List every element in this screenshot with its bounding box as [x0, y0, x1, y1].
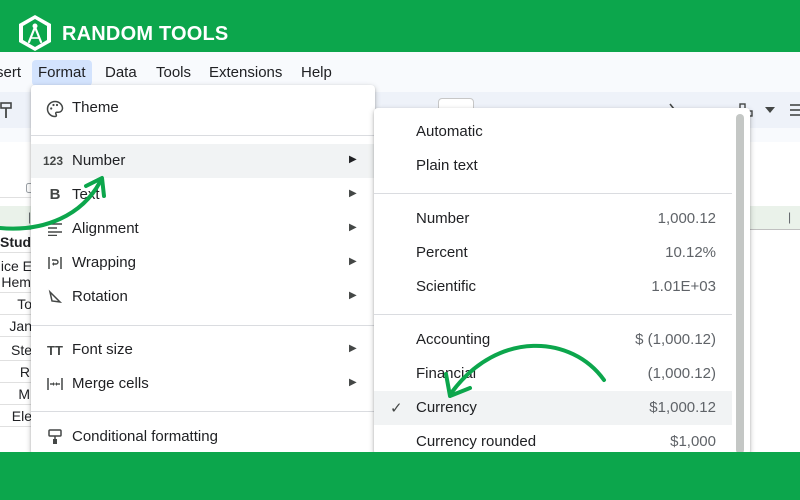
- format-menu-item-alignment[interactable]: Alignment ▶: [31, 212, 375, 246]
- merge-cells-icon: [47, 378, 63, 390]
- number-format-submenu: Automatic Plain text Number 1,000.12 Per…: [374, 108, 750, 455]
- cell[interactable]: Hemi: [0, 274, 34, 290]
- submenu-arrow-icon: ▶: [349, 188, 357, 199]
- submenu-arrow-icon: ▶: [349, 377, 357, 388]
- format-menu-label: Rotation: [72, 288, 128, 305]
- menu-tools[interactable]: Tools: [150, 60, 197, 86]
- format-menu-label: Wrapping: [72, 254, 136, 271]
- number-option-example: 1.01E+03: [651, 278, 716, 295]
- menubar: sert Format Data Tools Extensions Help: [0, 60, 800, 86]
- number-option-automatic[interactable]: Automatic: [374, 115, 732, 149]
- submenu-arrow-icon: ▶: [349, 256, 357, 267]
- menu-divider: [31, 135, 375, 136]
- number-option-label: Percent: [416, 244, 468, 261]
- paint-format-icon[interactable]: [0, 102, 14, 120]
- number-option-financial[interactable]: Financial (1,000.12): [374, 357, 732, 391]
- submenu-arrow-icon: ▶: [349, 343, 357, 354]
- number-option-label: Automatic: [416, 123, 483, 140]
- format-menu-label: Font size: [72, 341, 133, 358]
- number-option-example: $ (1,000.12): [635, 331, 716, 348]
- menu-divider: [374, 193, 732, 194]
- palette-icon: [46, 100, 64, 118]
- format-menu-label: Alignment: [72, 220, 139, 237]
- menu-insert[interactable]: sert: [0, 60, 27, 86]
- number-option-example: 10.12%: [665, 244, 716, 261]
- cell[interactable]: To: [0, 296, 32, 312]
- format-menu-item-wrapping[interactable]: Wrapping ▶: [31, 246, 375, 280]
- number-option-example: 1,000.12: [657, 210, 716, 227]
- cell[interactable]: ice E: [0, 258, 32, 274]
- menu-divider: [31, 325, 375, 326]
- conditional-formatting-icon: [48, 429, 62, 444]
- submenu-arrow-icon: ▶: [349, 154, 357, 165]
- format-menu-label: Number: [72, 152, 126, 169]
- number-option-scientific[interactable]: Scientific 1.01E+03: [374, 270, 732, 304]
- format-menu-item-text[interactable]: B Text ▶: [31, 178, 375, 212]
- format-menu-item-number[interactable]: 123 Number ▶: [31, 144, 375, 178]
- format-menu-item-merge-cells[interactable]: Merge cells ▶: [31, 367, 375, 401]
- format-menu: Theme 123 Number ▶ B Text ▶ Alignment ▶ …: [31, 85, 375, 455]
- cell[interactable]: Ste: [0, 342, 32, 358]
- number-option-label: Number: [416, 210, 470, 227]
- format-menu-item-rotation[interactable]: Rotation ▶: [31, 280, 375, 314]
- menu-help[interactable]: Help: [295, 60, 338, 86]
- number-option-example: $1,000: [670, 433, 716, 450]
- number-option-label: Currency: [416, 399, 477, 416]
- compass-logo-icon: [19, 15, 51, 51]
- brand-name: RANDOM TOOLS: [62, 23, 229, 45]
- number-option-label: Financial: [416, 365, 477, 382]
- menu-divider: [31, 411, 375, 412]
- number-format-icon: 123: [43, 154, 64, 168]
- number-option-example: $1,000.12: [649, 399, 716, 416]
- number-option-label: Plain text: [416, 157, 478, 174]
- number-option-example: (1,000.12): [647, 365, 716, 382]
- number-option-label: Currency rounded: [416, 433, 537, 450]
- column-letter-mark: |: [788, 210, 792, 224]
- cell[interactable]: R: [0, 364, 30, 380]
- checkmark-icon: ✓: [390, 400, 403, 417]
- format-menu-label: Theme: [72, 99, 119, 116]
- number-option-label: Scientific: [416, 278, 477, 295]
- number-option-percent[interactable]: Percent 10.12%: [374, 236, 732, 270]
- font-size-icon: TT: [47, 343, 63, 358]
- menu-divider: [374, 314, 732, 315]
- cell[interactable]: Ele: [0, 408, 32, 424]
- submenu-scrollbar[interactable]: [736, 114, 744, 454]
- bold-icon: B: [49, 186, 61, 203]
- format-menu-label: Merge cells: [72, 375, 149, 392]
- brand-header: RANDOM TOOLS: [0, 0, 800, 52]
- cell[interactable]: M: [0, 386, 30, 402]
- number-option-currency[interactable]: ✓ Currency $1,000.12: [374, 391, 732, 425]
- format-menu-item-conditional-formatting[interactable]: Conditional formatting: [31, 420, 375, 454]
- format-menu-label: Text: [72, 186, 100, 203]
- number-option-plain-text[interactable]: Plain text: [374, 149, 732, 183]
- number-option-accounting[interactable]: Accounting $ (1,000.12): [374, 323, 732, 357]
- caret-down-icon[interactable]: [765, 107, 775, 113]
- menu-data[interactable]: Data: [99, 60, 143, 86]
- brand-footer: [0, 452, 800, 500]
- align-left-icon: [48, 223, 62, 236]
- number-option-number[interactable]: Number 1,000.12: [374, 202, 732, 236]
- rotation-icon: [48, 289, 63, 304]
- number-option-label: Accounting: [416, 331, 491, 348]
- submenu-arrow-icon: ▶: [349, 290, 357, 301]
- format-menu-label: Conditional formatting: [72, 428, 218, 445]
- cell[interactable]: Jan: [0, 318, 32, 334]
- menu-extensions[interactable]: Extensions: [203, 60, 288, 86]
- format-menu-item-theme[interactable]: Theme: [31, 91, 375, 125]
- functions-icon[interactable]: [788, 102, 800, 118]
- format-menu-item-font-size[interactable]: TT Font size ▶: [31, 333, 375, 367]
- menu-format[interactable]: Format: [32, 60, 92, 86]
- submenu-arrow-icon: ▶: [349, 222, 357, 233]
- wrapping-icon: [48, 257, 62, 269]
